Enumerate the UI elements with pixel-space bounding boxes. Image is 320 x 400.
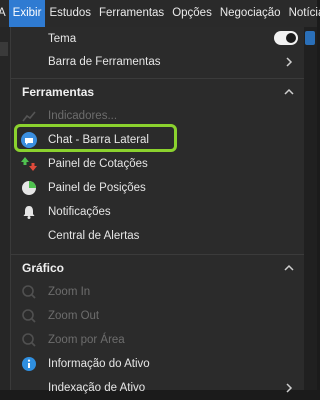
menu-item-indexacao-ativo-label: Indexação de Ativo <box>48 382 146 394</box>
tema-toggle[interactable] <box>274 31 298 45</box>
menu-item-painel-posicoes[interactable]: Painel de Posições <box>11 176 304 200</box>
menu-item-indexacao-ativo[interactable]: Indexação de Ativo <box>11 376 304 400</box>
menubar-item-noticias[interactable]: Notícias <box>285 0 320 27</box>
menu-item-zoom-por-area-label: Zoom por Área <box>48 334 125 346</box>
menubar-item-estudos[interactable]: Estudos <box>45 0 95 27</box>
menu-bar: A Exibir Estudos Ferramentas Opções Nego… <box>0 0 320 28</box>
positions-panel-icon <box>20 179 38 197</box>
menubar-item-opcoes[interactable]: Opções <box>168 0 216 27</box>
exibir-dropdown-menu: Tema Barra de Ferramentas Ferramentas In… <box>10 27 304 394</box>
menu-item-barra-ferramentas-label: Barra de Ferramentas <box>48 56 161 68</box>
bell-icon <box>20 203 38 221</box>
menubar-item-exibir[interactable]: Exibir <box>8 0 46 27</box>
menu-item-notificacoes[interactable]: Notificações <box>11 200 304 224</box>
menu-item-zoom-out: Zoom Out <box>11 304 304 328</box>
highlight-outline <box>14 124 177 152</box>
chevron-up-icon <box>284 264 294 271</box>
zoom-in-icon <box>20 283 38 301</box>
menu-item-indicadores-label: Indicadores... <box>48 110 118 122</box>
menubar-item-a[interactable]: A <box>0 0 9 27</box>
section-grafico[interactable]: Gráfico <box>11 255 304 281</box>
menubar-item-negociacao[interactable]: Negociação <box>216 0 285 27</box>
section-grafico-title: Gráfico <box>22 261 65 275</box>
menu-item-tema[interactable]: Tema <box>11 27 304 51</box>
menu-item-tema-label: Tema <box>48 33 77 45</box>
chevron-up-icon <box>284 88 294 95</box>
menu-item-central-alertas[interactable]: Central de Alertas <box>11 224 304 248</box>
menu-item-painel-cotacoes[interactable]: Painel de Cotações <box>11 152 304 176</box>
quotes-panel-icon <box>20 155 38 173</box>
menu-item-zoom-in: Zoom In <box>11 280 304 304</box>
background-left-panel <box>0 27 10 390</box>
info-icon <box>20 355 38 373</box>
chevron-right-icon <box>286 57 293 67</box>
menu-item-barra-ferramentas[interactable]: Barra de Ferramentas <box>11 50 304 74</box>
zoom-out-icon <box>20 307 38 325</box>
menu-item-central-alertas-label: Central de Alertas <box>48 230 140 242</box>
background-right-panel <box>303 27 317 390</box>
menu-item-zoom-out-label: Zoom Out <box>48 310 100 322</box>
section-ferramentas-title: Ferramentas <box>22 85 95 99</box>
zoom-area-icon <box>20 331 38 349</box>
menu-item-painel-cotacoes-label: Painel de Cotações <box>48 158 148 170</box>
section-ferramentas[interactable]: Ferramentas <box>11 79 304 105</box>
menu-item-zoom-por-area: Zoom por Área <box>11 328 304 352</box>
menu-item-notificacoes-label: Notificações <box>48 206 111 218</box>
menu-item-zoom-in-label: Zoom In <box>48 286 91 298</box>
menu-item-informacao-ativo-label: Informação do Ativo <box>48 358 150 370</box>
chevron-right-icon <box>286 383 293 393</box>
indicators-icon <box>20 107 38 125</box>
menu-item-painel-posicoes-label: Painel de Posições <box>48 182 146 194</box>
menu-item-informacao-ativo[interactable]: Informação do Ativo <box>11 352 304 376</box>
menubar-item-ferramentas[interactable]: Ferramentas <box>95 0 168 27</box>
